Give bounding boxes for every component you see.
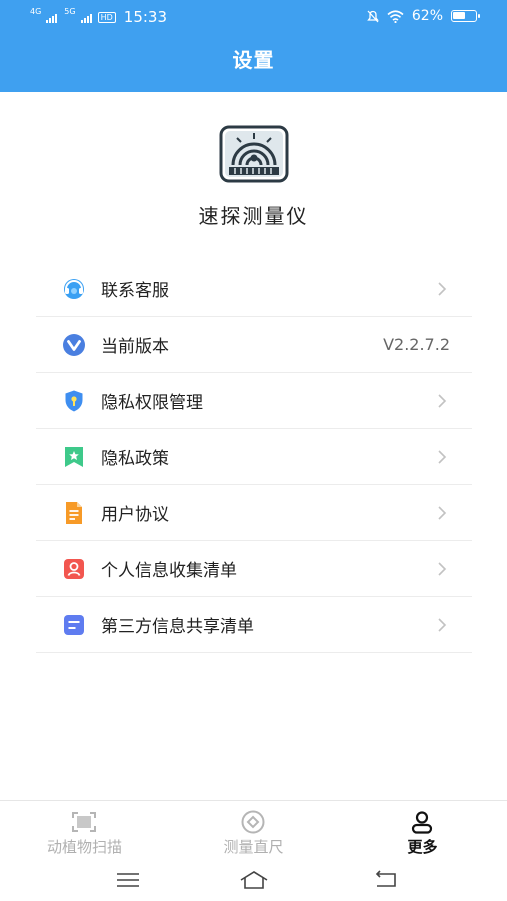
menu-item-privacy-policy[interactable]: 隐私政策 — [36, 429, 472, 485]
network-label-2: 5G — [64, 7, 76, 16]
radar-scanner-logo-icon — [219, 125, 289, 183]
status-time: 15:33 — [123, 8, 168, 26]
menu-item-label: 用户协议 — [101, 505, 169, 525]
menu-item-label: 第三方信息共享清单 — [101, 617, 254, 637]
system-nav-bar — [0, 861, 507, 901]
top-header: 4G 5G HD 15:33 62% 设置 — [0, 0, 507, 92]
menu-item-label: 当前版本 — [101, 337, 169, 357]
home-icon[interactable] — [238, 869, 270, 891]
menu-item-user-agreement[interactable]: 用户协议 — [36, 485, 472, 541]
chevron-right-icon — [438, 394, 447, 408]
policy-bookmark-icon — [65, 447, 83, 467]
signal-icon — [46, 11, 58, 23]
ruler-eye-icon — [241, 810, 265, 834]
tab-ruler[interactable]: 测量直尺 — [169, 801, 338, 862]
version-value: V2.2.7.2 — [383, 335, 450, 354]
tab-label: 动植物扫描 — [46, 838, 122, 856]
chevron-right-icon — [438, 618, 447, 632]
battery-percent: 62% — [411, 8, 443, 24]
privacy-shield-icon — [65, 390, 83, 412]
menu-item-third-party-list[interactable]: 第三方信息共享清单 — [36, 597, 472, 653]
menu-item-customer-service[interactable]: 联系客服 — [36, 261, 472, 317]
version-icon — [63, 334, 85, 356]
battery-icon — [451, 10, 480, 22]
tab-more[interactable]: 更多 — [338, 801, 507, 862]
back-icon[interactable] — [369, 869, 401, 891]
tab-label: 更多 — [407, 838, 438, 856]
chevron-right-icon — [438, 562, 447, 576]
customer-service-icon — [64, 279, 84, 299]
scan-frame-icon — [72, 812, 96, 832]
tab-label: 测量直尺 — [223, 838, 284, 856]
menu-item-label: 隐私政策 — [101, 449, 169, 469]
chevron-right-icon — [438, 506, 447, 520]
personal-info-icon — [64, 559, 84, 579]
menu-item-personal-info[interactable]: 个人信息收集清单 — [36, 541, 472, 597]
tab-scan[interactable]: 动植物扫描 — [0, 801, 169, 862]
signal-icon-2 — [80, 11, 92, 23]
network-label-1: 4G — [30, 7, 42, 16]
menu-item-label: 个人信息收集清单 — [101, 561, 237, 581]
menu-item-label: 联系客服 — [101, 281, 169, 301]
hd-badge: HD — [97, 11, 116, 23]
agreement-document-icon — [66, 502, 82, 524]
mute-icon — [367, 10, 379, 22]
menu-item-privacy-permissions[interactable]: 隐私权限管理 — [36, 373, 472, 429]
battery-fill — [453, 12, 465, 19]
third-party-list-icon — [64, 615, 84, 635]
menu-icon[interactable] — [112, 869, 144, 891]
chevron-right-icon — [438, 282, 447, 296]
settings-menu: 联系客服 当前版本 V2.2.7.2 隐私权限管理 隐私政策 用户协议 个人信息… — [36, 261, 472, 653]
person-icon — [411, 811, 433, 834]
app-name: 速探测量仪 — [198, 204, 309, 228]
page-title: 设置 — [232, 48, 275, 72]
chevron-right-icon — [438, 450, 447, 464]
status-bar: 4G 5G HD 15:33 62% — [0, 0, 507, 34]
bottom-tab-bar: 动植物扫描 测量直尺 更多 — [0, 800, 507, 862]
wifi-icon — [387, 9, 404, 23]
menu-item-version[interactable]: 当前版本 V2.2.7.2 — [36, 317, 472, 373]
menu-item-label: 隐私权限管理 — [101, 393, 203, 413]
